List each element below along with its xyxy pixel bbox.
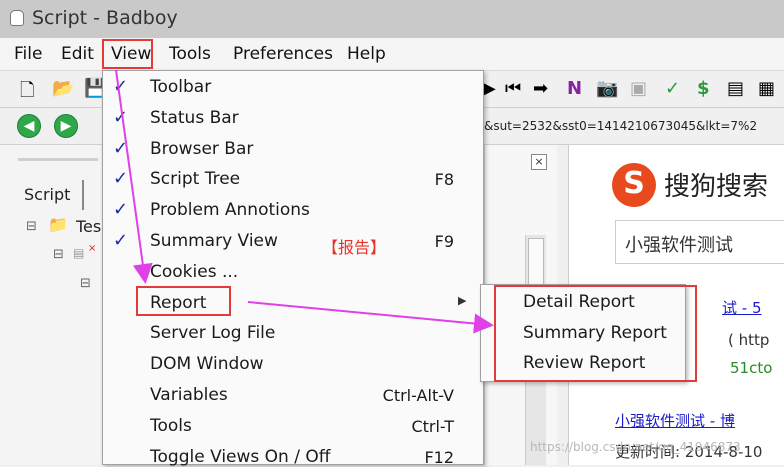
annotation-arrows [115,69,494,334]
arrow-report-to-submenu [247,301,494,334]
arrow-view-to-report [115,69,153,284]
